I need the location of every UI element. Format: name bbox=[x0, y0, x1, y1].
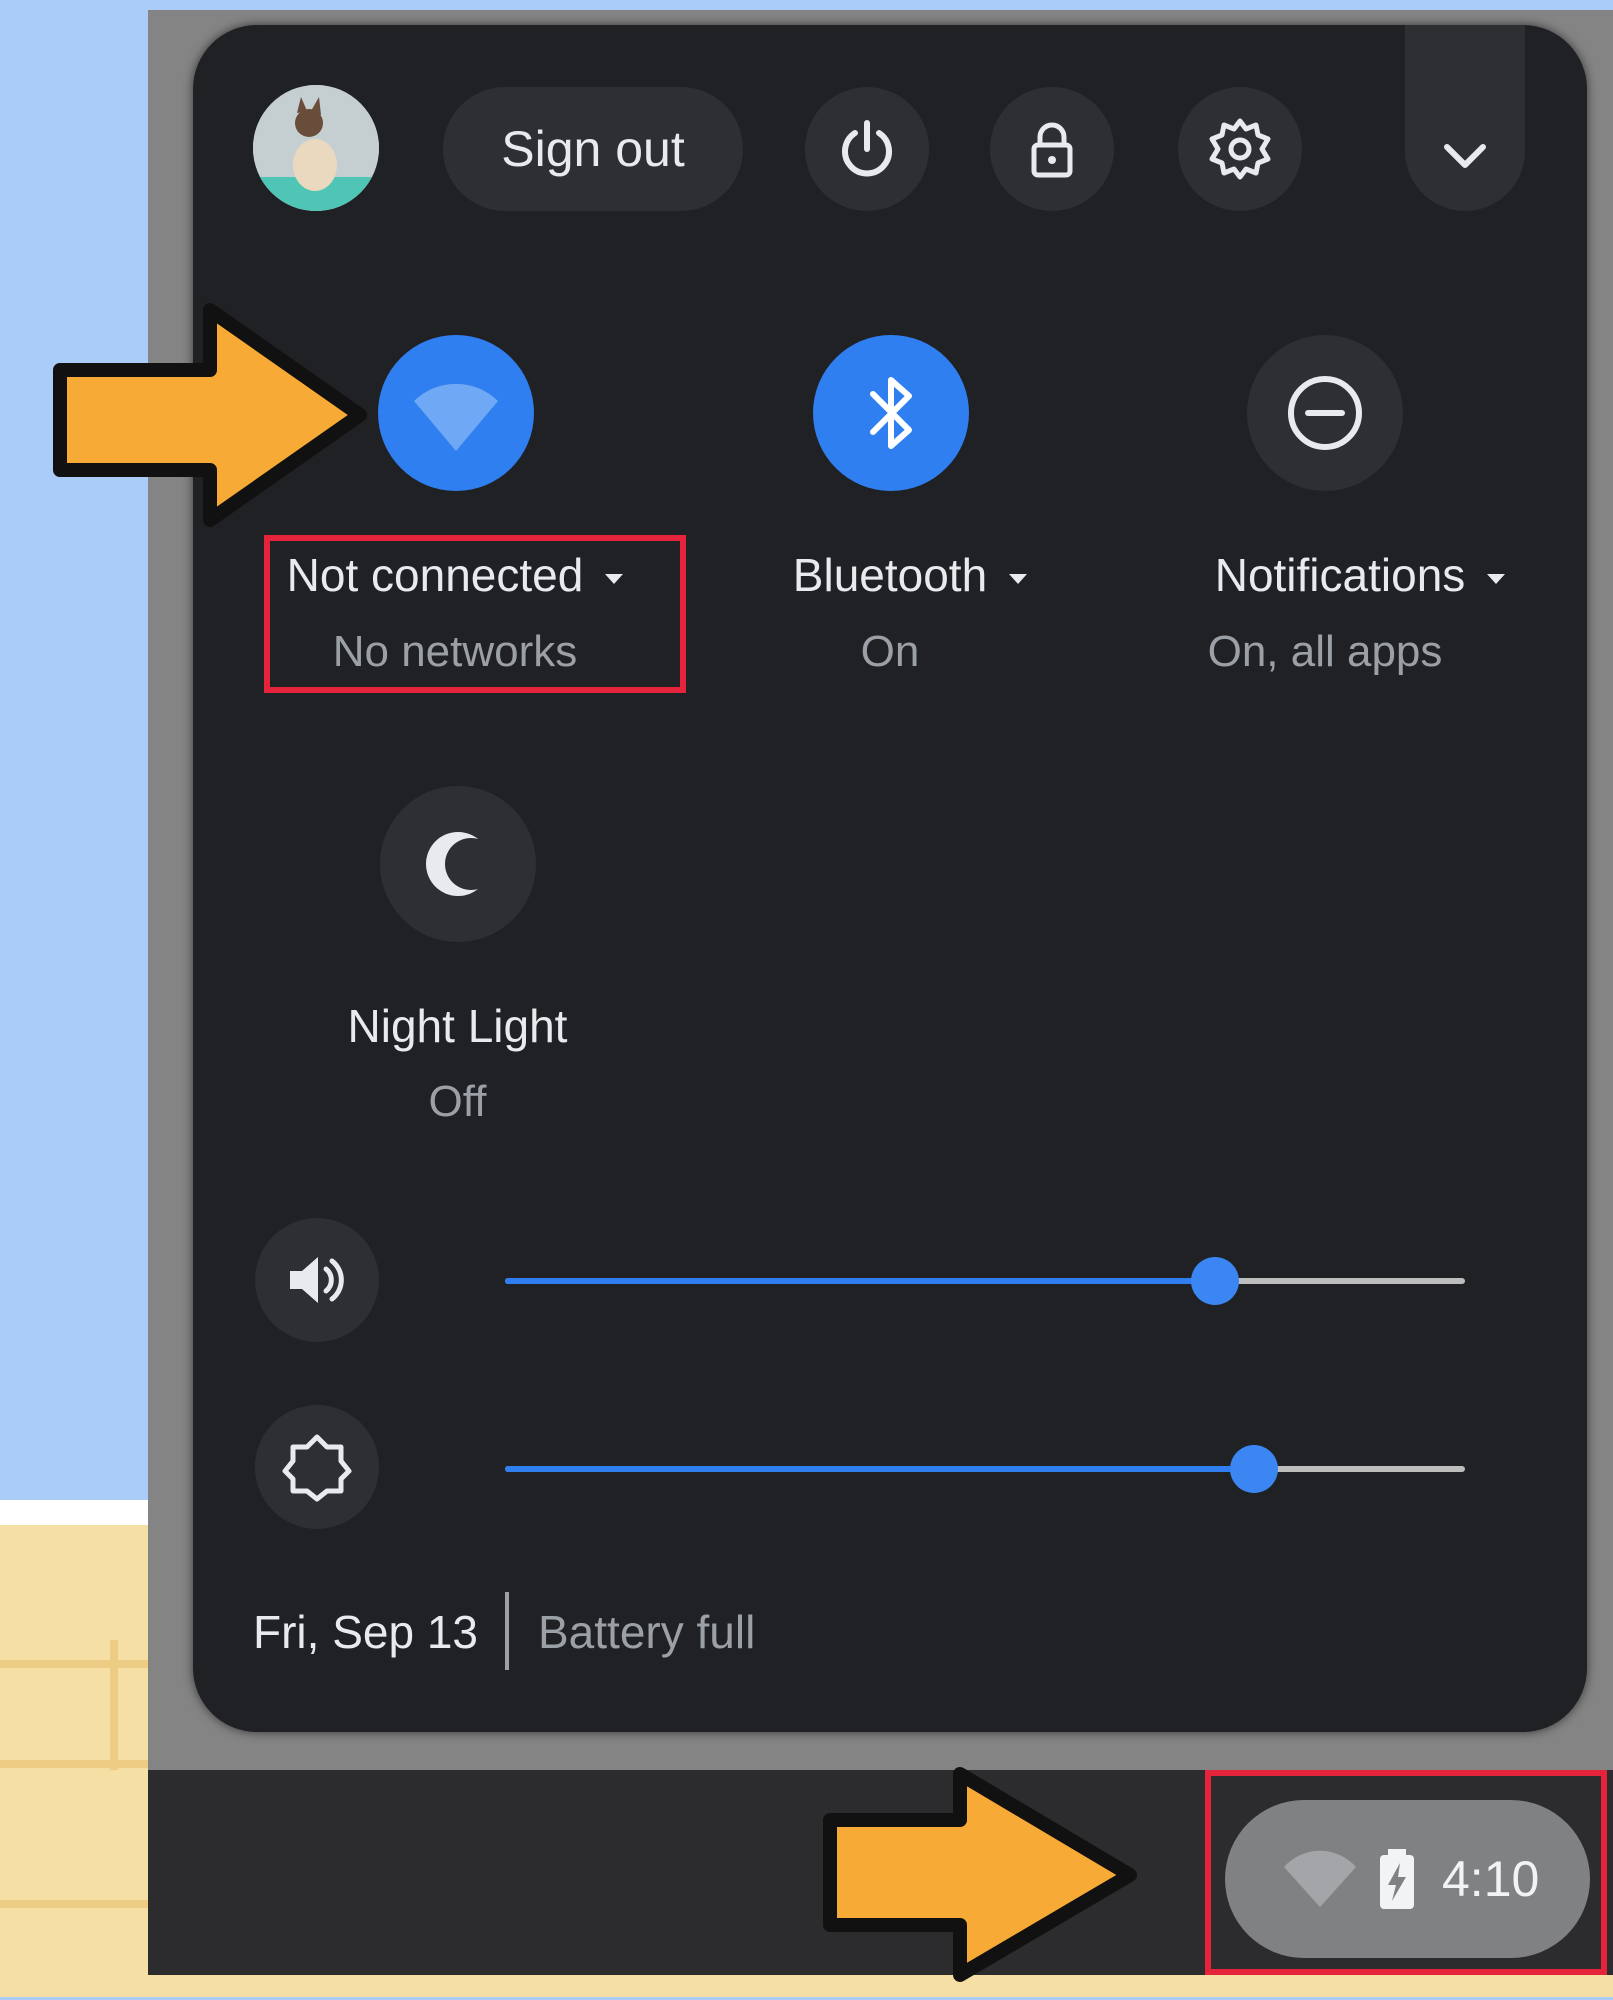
notifications-label[interactable]: Notifications bbox=[1170, 548, 1550, 602]
notifications-caret-icon bbox=[1487, 573, 1506, 584]
annotation-arrow-icon bbox=[53, 303, 367, 527]
battery-status: Battery full bbox=[538, 1606, 756, 1658]
night-light-status: Off bbox=[428, 1077, 487, 1126]
annotation-arrow-icon bbox=[823, 1767, 1137, 1982]
brightness-icon bbox=[282, 1434, 352, 1502]
network-label-text: Not connected bbox=[286, 549, 584, 601]
floor-line bbox=[0, 1900, 160, 1908]
network-caret-icon bbox=[605, 573, 624, 584]
notifications-status: On, all apps bbox=[1207, 627, 1443, 676]
network-toggle[interactable] bbox=[378, 335, 534, 491]
floor-line bbox=[110, 1640, 118, 1770]
notifications-toggle[interactable] bbox=[1247, 335, 1403, 491]
date-button[interactable]: Fri, Sep 13 bbox=[253, 1605, 478, 1659]
volume-button[interactable] bbox=[255, 1218, 379, 1342]
lock-icon bbox=[1031, 122, 1073, 178]
volume-icon bbox=[290, 1257, 344, 1303]
network-status: No networks bbox=[332, 627, 578, 676]
user-avatar[interactable] bbox=[253, 85, 379, 211]
do-not-disturb-icon bbox=[1288, 376, 1362, 450]
bluetooth-status: On bbox=[860, 627, 920, 676]
volume-slider[interactable] bbox=[505, 1257, 1465, 1305]
network-label[interactable]: Not connected bbox=[250, 548, 660, 602]
floor-line bbox=[0, 1760, 160, 1768]
battery-charging-icon bbox=[1380, 1849, 1414, 1909]
night-light-label[interactable]: Night Light bbox=[300, 999, 615, 1053]
notifications-label-text: Notifications bbox=[1214, 549, 1466, 601]
footer-divider bbox=[505, 1592, 509, 1670]
gear-icon bbox=[1209, 118, 1271, 180]
bluetooth-label-text: Bluetooth bbox=[792, 549, 988, 601]
bluetooth-icon bbox=[870, 377, 912, 449]
wifi-icon bbox=[414, 383, 498, 451]
brightness-button[interactable] bbox=[255, 1405, 379, 1529]
moon-icon bbox=[426, 832, 497, 896]
bluetooth-label[interactable]: Bluetooth bbox=[720, 548, 1100, 602]
clock-time: 4:10 bbox=[1442, 1851, 1540, 1907]
brightness-slider[interactable] bbox=[505, 1445, 1465, 1493]
collapse-button[interactable] bbox=[1405, 25, 1525, 211]
volume-slider-fill bbox=[505, 1278, 1216, 1284]
bluetooth-toggle[interactable] bbox=[813, 335, 969, 491]
settings-button[interactable] bbox=[1178, 87, 1302, 211]
brightness-slider-thumb[interactable] bbox=[1229, 1445, 1278, 1493]
lock-button[interactable] bbox=[990, 87, 1114, 211]
power-icon bbox=[842, 120, 892, 177]
chevron-down-icon bbox=[1444, 144, 1486, 168]
avatar-cat-icon bbox=[253, 85, 379, 211]
sign-out-button[interactable]: Sign out bbox=[443, 87, 743, 211]
floor-line bbox=[0, 1660, 160, 1668]
wifi-icon bbox=[1284, 1850, 1356, 1907]
bluetooth-caret-icon bbox=[1009, 573, 1028, 584]
brightness-slider-fill bbox=[505, 1466, 1254, 1472]
night-light-toggle[interactable] bbox=[380, 786, 536, 942]
status-tray-button[interactable]: 4:10 bbox=[1225, 1800, 1590, 1958]
shutdown-button[interactable] bbox=[805, 87, 929, 211]
